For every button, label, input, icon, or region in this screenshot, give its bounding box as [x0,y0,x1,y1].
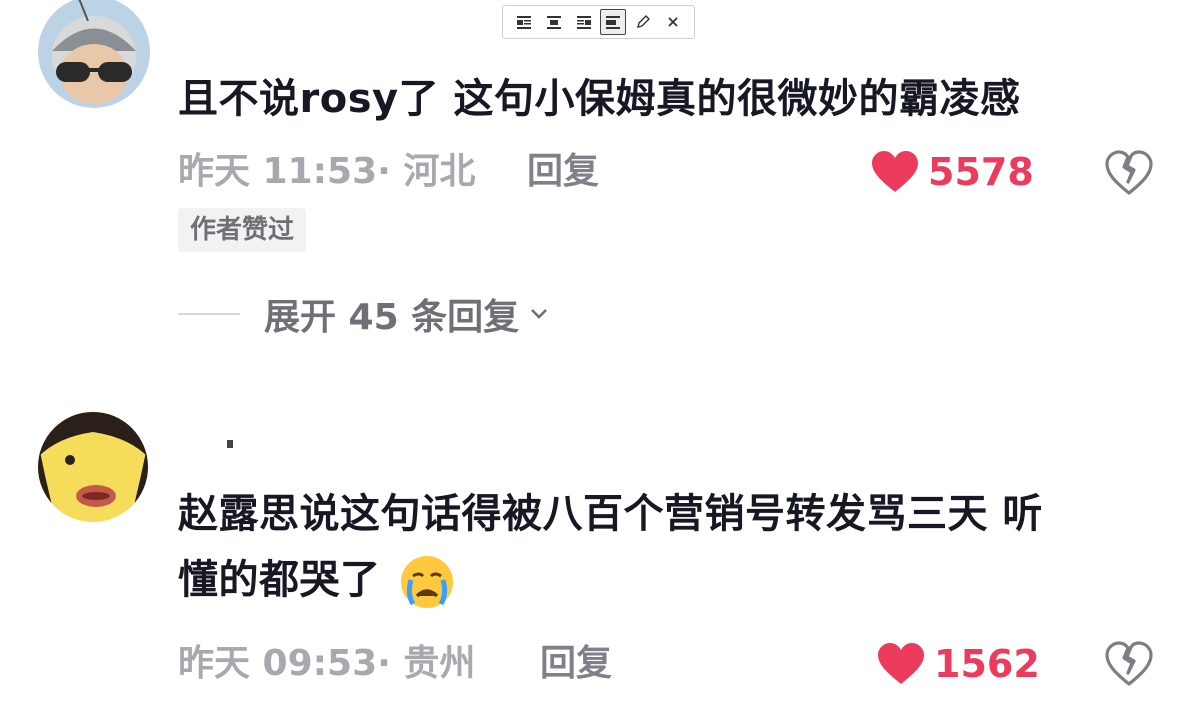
avatar[interactable] [38,412,148,522]
avatar[interactable] [38,0,150,108]
decorative-mark [227,440,233,448]
expand-replies[interactable]: 展开 45 条回复 [178,290,551,338]
align-center-icon[interactable] [541,9,567,35]
chevron-down-icon [531,309,548,319]
dislike-icon[interactable] [1104,150,1154,196]
comment-meta: 昨天 09:53· 贵州 [178,643,476,684]
divider-line [178,313,240,315]
heart-icon [878,643,924,684]
reply-button[interactable]: 回复 [527,148,599,196]
image-toolbar [502,5,695,39]
align-justify-icon[interactable] [600,9,627,35]
heart-icon [872,151,918,192]
like-button[interactable]: 5578 [870,148,1034,196]
align-left-icon[interactable] [511,9,537,35]
comment-text-line: 懂的都哭了 [178,551,1043,610]
align-right-icon[interactable] [571,9,597,35]
expand-replies-label: 展开 45 条回复 [264,297,520,338]
reply-button[interactable]: 回复 [540,640,612,688]
comment-meta: 昨天 11:53· 河北 [178,151,476,192]
comment-text-line: 赵露思说这句话得被八百个营销号转发骂三天 听 [178,491,1043,537]
comment-text-tail: 懂的都哭了 [178,557,381,603]
crying-emoji-icon [400,556,453,608]
like-button[interactable]: 1562 [876,640,1040,688]
comment-text: 且不说rosy了 这句小保姆真的很微妙的霸凌感 [178,76,1021,122]
like-count: 5578 [928,150,1034,194]
pencil-icon[interactable] [630,9,656,35]
author-liked-badge: 作者赞过 [178,208,307,252]
like-count: 1562 [934,642,1040,686]
dislike-icon[interactable] [1104,641,1154,687]
close-icon[interactable] [660,9,686,35]
comment-text: 赵露思说这句话得被八百个营销号转发骂三天 听 懂的都哭了 [178,485,1043,610]
